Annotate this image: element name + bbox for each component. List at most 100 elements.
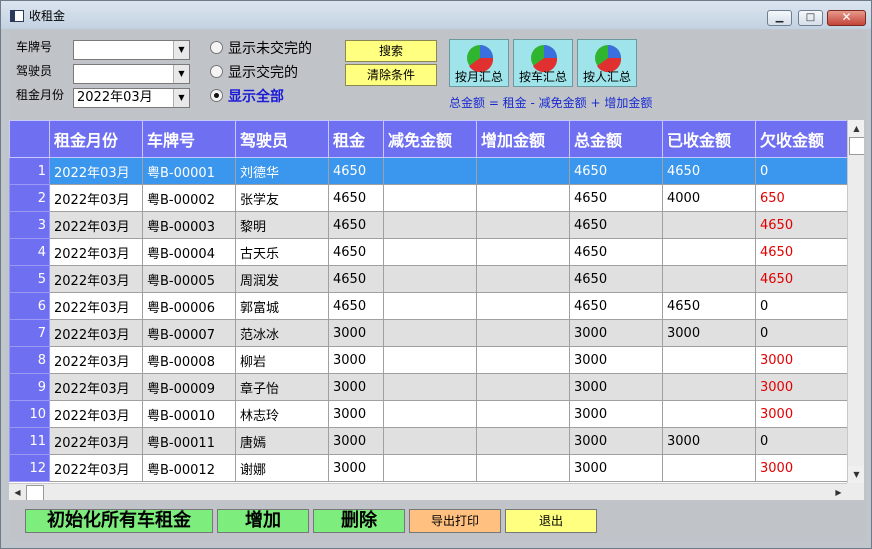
cell-discount[interactable]: [383, 346, 477, 374]
horizontal-scrollbar[interactable]: ◀ ▶: [9, 483, 847, 500]
driver-combo[interactable]: ▼: [73, 64, 190, 84]
plate-combo[interactable]: ▼: [73, 40, 190, 60]
cell-discount[interactable]: [383, 373, 477, 401]
cell-rent[interactable]: 4650: [328, 211, 384, 239]
clear-button[interactable]: 清除条件: [345, 64, 437, 86]
row-header[interactable]: 10: [9, 400, 50, 428]
cell-month[interactable]: 2022年03月: [49, 454, 143, 482]
row-header[interactable]: 5: [9, 265, 50, 293]
cell-extra[interactable]: [476, 157, 570, 185]
cell-driver[interactable]: 周润发: [235, 265, 329, 293]
cell-total[interactable]: 3000: [569, 427, 663, 455]
maximize-button[interactable]: □: [798, 10, 823, 26]
cell-rent[interactable]: 3000: [328, 400, 384, 428]
radio-all[interactable]: 显示全部: [210, 86, 284, 106]
exit-button[interactable]: 退出: [505, 509, 597, 533]
column-header[interactable]: 车牌号: [142, 120, 236, 158]
cell-driver[interactable]: 唐嫣: [235, 427, 329, 455]
row-header[interactable]: 2: [9, 184, 50, 212]
cell-plate[interactable]: 粤B-00005: [142, 265, 236, 293]
cell-month[interactable]: 2022年03月: [49, 319, 143, 347]
cell-rent[interactable]: 3000: [328, 454, 384, 482]
search-button[interactable]: 搜索: [345, 40, 437, 62]
cell-discount[interactable]: [383, 400, 477, 428]
cell-owed[interactable]: 0: [755, 157, 848, 185]
init-all-rent-button[interactable]: 初始化所有车租金: [25, 509, 213, 533]
table-row[interactable]: 3 2022年03月 粤B-00003 黎明 4650 4650 4650: [9, 211, 848, 239]
cell-plate[interactable]: 粤B-00008: [142, 346, 236, 374]
cell-extra[interactable]: [476, 184, 570, 212]
cell-plate[interactable]: 粤B-00007: [142, 319, 236, 347]
cell-driver[interactable]: 刘德华: [235, 157, 329, 185]
cell-discount[interactable]: [383, 157, 477, 185]
row-header[interactable]: 7: [9, 319, 50, 347]
cell-owed[interactable]: 3000: [755, 454, 848, 482]
cell-discount[interactable]: [383, 265, 477, 293]
cell-total[interactable]: 3000: [569, 454, 663, 482]
cell-driver[interactable]: 古天乐: [235, 238, 329, 266]
cell-received[interactable]: [662, 265, 756, 293]
scroll-thumb[interactable]: [26, 485, 44, 500]
cell-rent[interactable]: 4650: [328, 238, 384, 266]
cell-received[interactable]: [662, 454, 756, 482]
cell-total[interactable]: 3000: [569, 319, 663, 347]
table-row[interactable]: 2 2022年03月 粤B-00002 张学友 4650 4650 4000 650: [9, 184, 848, 212]
cell-month[interactable]: 2022年03月: [49, 265, 143, 293]
cell-received[interactable]: [662, 238, 756, 266]
cell-discount[interactable]: [383, 319, 477, 347]
corner-header[interactable]: [9, 120, 50, 158]
cell-month[interactable]: 2022年03月: [49, 184, 143, 212]
table-row[interactable]: 5 2022年03月 粤B-00005 周润发 4650 4650 4650: [9, 265, 848, 293]
cell-total[interactable]: 4650: [569, 265, 663, 293]
cell-rent[interactable]: 4650: [328, 157, 384, 185]
column-header[interactable]: 减免金额: [383, 120, 477, 158]
chevron-down-icon[interactable]: ▼: [173, 89, 189, 107]
table-row[interactable]: 11 2022年03月 粤B-00011 唐嫣 3000 3000 3000 0: [9, 427, 848, 455]
cell-owed[interactable]: 3000: [755, 373, 848, 401]
cell-plate[interactable]: 粤B-00012: [142, 454, 236, 482]
cell-month[interactable]: 2022年03月: [49, 238, 143, 266]
cell-received[interactable]: [662, 373, 756, 401]
cell-discount[interactable]: [383, 427, 477, 455]
cell-owed[interactable]: 650: [755, 184, 848, 212]
cell-rent[interactable]: 3000: [328, 427, 384, 455]
row-header[interactable]: 1: [9, 157, 50, 185]
cell-received[interactable]: 3000: [662, 319, 756, 347]
column-header[interactable]: 租金: [328, 120, 384, 158]
cell-total[interactable]: 3000: [569, 373, 663, 401]
cell-rent[interactable]: 4650: [328, 292, 384, 320]
cell-driver[interactable]: 黎明: [235, 211, 329, 239]
cell-month[interactable]: 2022年03月: [49, 427, 143, 455]
row-header[interactable]: 8: [9, 346, 50, 374]
row-header[interactable]: 12: [9, 454, 50, 482]
column-header[interactable]: 租金月份: [49, 120, 143, 158]
month-combo[interactable]: 2022年03月 ▼: [73, 88, 190, 108]
scroll-right-icon[interactable]: ▶: [830, 484, 847, 500]
cell-plate[interactable]: 粤B-00010: [142, 400, 236, 428]
cell-plate[interactable]: 粤B-00001: [142, 157, 236, 185]
table-row[interactable]: 7 2022年03月 粤B-00007 范冰冰 3000 3000 3000 0: [9, 319, 848, 347]
cell-month[interactable]: 2022年03月: [49, 292, 143, 320]
cell-plate[interactable]: 粤B-00003: [142, 211, 236, 239]
cell-driver[interactable]: 张学友: [235, 184, 329, 212]
table-row[interactable]: 9 2022年03月 粤B-00009 章子怡 3000 3000 3000: [9, 373, 848, 401]
cell-total[interactable]: 4650: [569, 238, 663, 266]
cell-owed[interactable]: 4650: [755, 265, 848, 293]
cell-driver[interactable]: 章子怡: [235, 373, 329, 401]
cell-owed[interactable]: 0: [755, 319, 848, 347]
scroll-down-icon[interactable]: ▼: [848, 466, 864, 483]
scroll-up-icon[interactable]: ▲: [848, 120, 864, 137]
cell-discount[interactable]: [383, 292, 477, 320]
add-button[interactable]: 增加: [217, 509, 309, 533]
cell-driver[interactable]: 林志玲: [235, 400, 329, 428]
cell-received[interactable]: [662, 346, 756, 374]
cell-driver[interactable]: 柳岩: [235, 346, 329, 374]
table-row[interactable]: 8 2022年03月 粤B-00008 柳岩 3000 3000 3000: [9, 346, 848, 374]
row-header[interactable]: 3: [9, 211, 50, 239]
by-car-summary-button[interactable]: 按车汇总: [513, 39, 573, 87]
cell-total[interactable]: 4650: [569, 292, 663, 320]
cell-extra[interactable]: [476, 211, 570, 239]
table-row[interactable]: 6 2022年03月 粤B-00006 郭富城 4650 4650 4650 0: [9, 292, 848, 320]
row-header[interactable]: 6: [9, 292, 50, 320]
cell-owed[interactable]: 4650: [755, 211, 848, 239]
